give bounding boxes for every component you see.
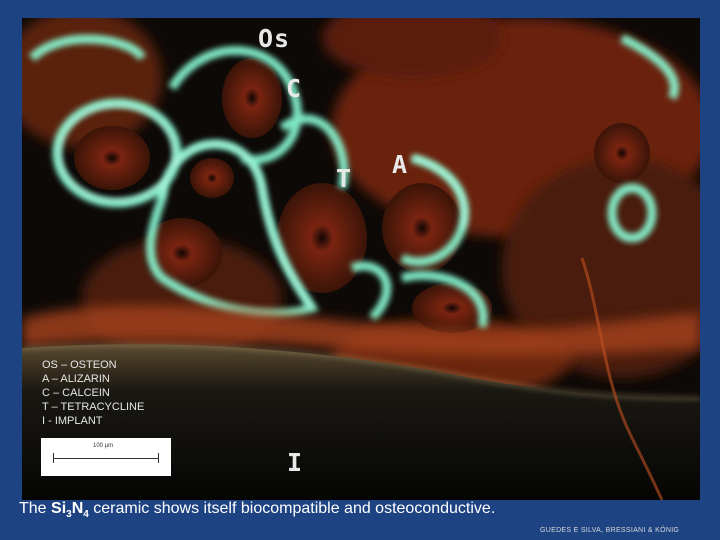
scale-bar-label: 100 µm	[93, 443, 114, 449]
legend: OS – OSTEON A – ALIZARIN C – CALCEIN T –…	[42, 358, 144, 428]
legend-item-alizarin: A – ALIZARIN	[42, 373, 110, 385]
scale-bar-tick-right	[158, 453, 159, 463]
slide: Os C A T I OS – OSTEON A – ALIZARIN C – …	[0, 0, 720, 540]
legend-item-osteon: OS – OSTEON	[42, 359, 117, 371]
scale-bar: 100 µm	[41, 438, 171, 476]
fluorescence-micrograph: Os C A T I OS – OSTEON A – ALIZARIN C – …	[22, 18, 700, 500]
label-calcein: C	[286, 74, 303, 103]
label-osteon: Os	[258, 24, 291, 53]
caption-formula: Si3N4	[51, 500, 89, 520]
label-implant: I	[287, 448, 304, 477]
author-credit: GUEDES E SILVA, BRESSIANI & KÖNIG	[540, 527, 680, 534]
label-tetracycline: T	[336, 164, 353, 193]
legend-item-implant: I - IMPLANT	[42, 415, 103, 427]
caption-prefix: The	[19, 500, 52, 517]
legend-item-calcein: C – CALCEIN	[42, 387, 110, 399]
slide-caption: The Si3N4 ceramic shows itself biocompat…	[19, 500, 495, 520]
legend-item-tetracycline: T – TETRACYCLINE	[42, 401, 145, 413]
label-alizarin: A	[392, 150, 409, 179]
caption-rest: ceramic shows itself biocompatible and o…	[88, 500, 496, 517]
scale-bar-line	[53, 458, 159, 459]
formula-n: N	[71, 500, 84, 517]
formula-si: Si	[51, 500, 67, 517]
